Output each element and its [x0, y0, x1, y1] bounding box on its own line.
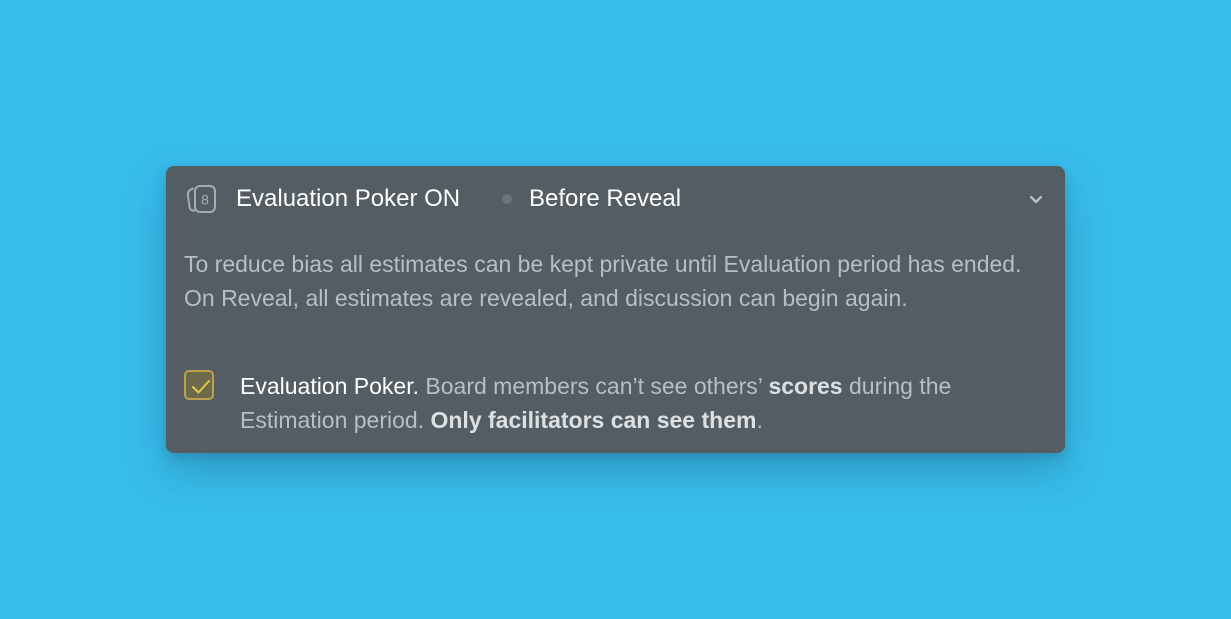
- card-number: 8: [201, 192, 209, 208]
- page-background: 8 Evaluation Poker ON Before Reveal To r…: [0, 0, 1231, 619]
- panel-header[interactable]: 8 Evaluation Poker ON Before Reveal: [166, 166, 1065, 232]
- option-description: Evaluation Poker. Board members can’t se…: [240, 369, 1052, 437]
- evaluation-poker-checkbox[interactable]: [184, 370, 214, 400]
- evaluation-poker-option: Evaluation Poker. Board members can’t se…: [184, 369, 1054, 439]
- poker-card-icon: 8: [186, 185, 216, 213]
- panel-description: To reduce bias all estimates can be kept…: [184, 251, 1022, 311]
- panel-title: Evaluation Poker ON: [236, 185, 461, 212]
- option-text-bold: Only facilitators can see them: [430, 407, 757, 433]
- phase-label: Before Reveal: [529, 185, 682, 212]
- evaluation-poker-panel: 8 Evaluation Poker ON Before Reveal To r…: [166, 166, 1065, 453]
- option-text-part: Board members can’t see others’: [419, 373, 769, 399]
- checkmark-icon: [192, 380, 210, 394]
- chevron-down-icon[interactable]: [1025, 188, 1047, 210]
- option-label: Evaluation Poker.: [240, 373, 420, 399]
- option-text-bold: scores: [768, 373, 843, 399]
- option-text-part: .: [756, 407, 763, 433]
- separator-dot: [502, 194, 512, 204]
